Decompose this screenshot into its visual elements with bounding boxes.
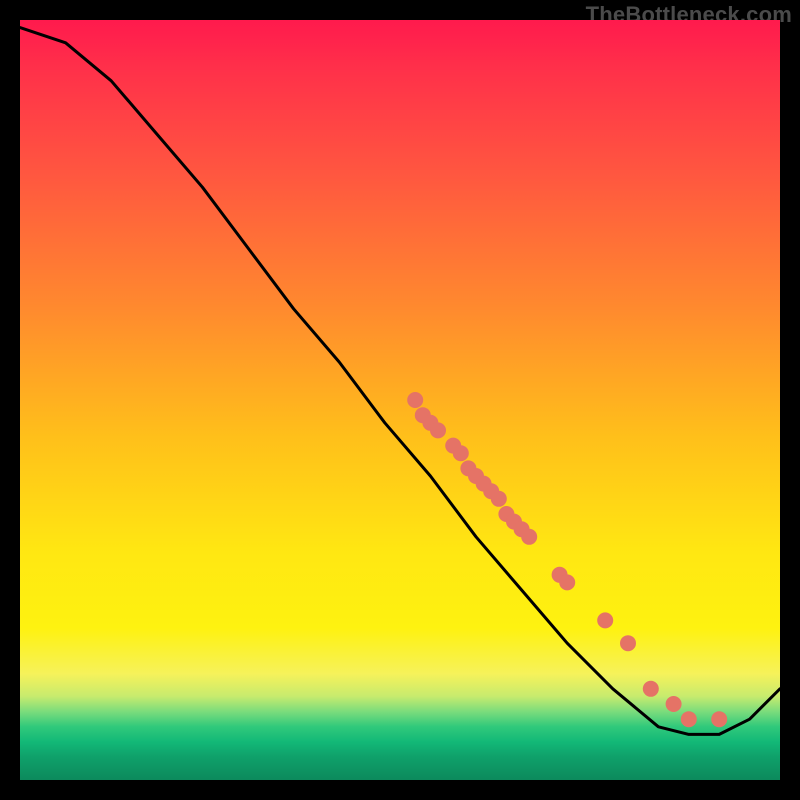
plot-area <box>20 20 780 780</box>
highlighted-point <box>430 422 446 438</box>
highlighted-point <box>666 696 682 712</box>
highlighted-point <box>620 635 636 651</box>
highlighted-point <box>491 491 507 507</box>
highlighted-point <box>453 445 469 461</box>
highlighted-point <box>681 711 697 727</box>
chart-stage: TheBottleneck.com <box>0 0 800 800</box>
highlighted-points-group <box>407 392 727 727</box>
bottleneck-curve <box>20 28 780 735</box>
highlighted-point <box>597 612 613 628</box>
highlighted-point <box>643 681 659 697</box>
curve-layer <box>20 20 780 780</box>
highlighted-point <box>407 392 423 408</box>
highlighted-point <box>559 574 575 590</box>
highlighted-point <box>521 529 537 545</box>
highlighted-point <box>711 711 727 727</box>
